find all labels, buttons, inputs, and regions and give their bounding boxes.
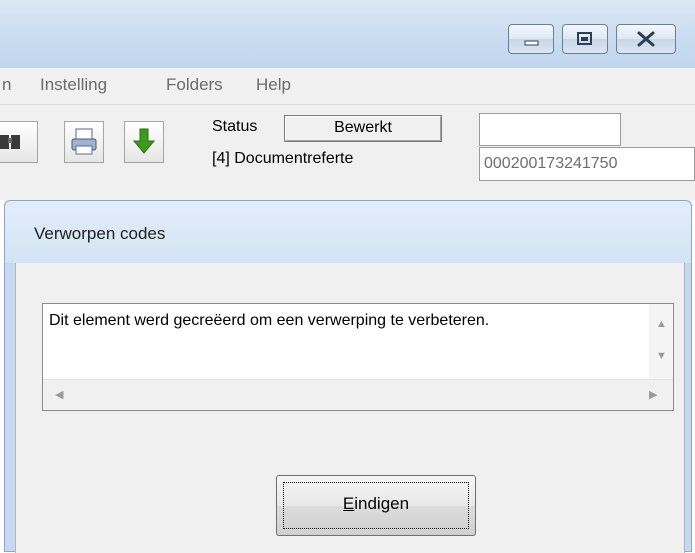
- binoculars-icon: [0, 135, 20, 149]
- minimize-button[interactable]: [508, 24, 554, 54]
- close-window-button[interactable]: [616, 24, 676, 54]
- scroll-down-icon[interactable]: ▼: [656, 350, 667, 362]
- eindigen-button[interactable]: Eindigen: [276, 475, 476, 536]
- mnemonic-letter: E: [342, 494, 355, 513]
- status-value-button[interactable]: Bewerkt: [284, 115, 442, 142]
- maximize-icon: [577, 32, 592, 45]
- document-reference-field[interactable]: 000200173241750: [479, 147, 695, 181]
- download-button[interactable]: [124, 121, 164, 163]
- close-icon: [637, 31, 655, 47]
- document-reference-label: [4] Documentreferte: [212, 150, 354, 167]
- vertical-scrollbar[interactable]: ▲ ▼: [649, 304, 673, 379]
- menu-item-instelling[interactable]: Instelling: [40, 75, 107, 95]
- button-label-rest: indigen: [354, 494, 410, 513]
- scroll-left-icon[interactable]: ◀: [55, 389, 63, 401]
- status-label: Status: [212, 118, 258, 135]
- print-button[interactable]: [64, 121, 104, 163]
- dialog-title: Verworpen codes: [34, 224, 166, 243]
- dialog-titlebar: Verworpen codes: [5, 201, 691, 263]
- horizontal-scrollbar[interactable]: ◀ ▶: [43, 379, 673, 410]
- message-textbox[interactable]: Dit element werd gecreëerd om een verwer…: [42, 303, 674, 411]
- eindigen-button-label: Eindigen: [277, 494, 475, 514]
- green-down-arrow-icon: [132, 128, 156, 154]
- printer-icon: [71, 128, 97, 155]
- menu-item-partial[interactable]: n: [2, 75, 11, 95]
- scroll-right-icon[interactable]: ▶: [649, 389, 657, 401]
- scroll-up-icon[interactable]: ▲: [656, 318, 667, 330]
- verworpen-codes-dialog: Verworpen codes Dit element werd gecreëe…: [4, 200, 692, 553]
- search-button[interactable]: [0, 121, 38, 163]
- message-text: Dit element werd gecreëerd om een verwer…: [49, 312, 490, 329]
- window-titlebar: [0, 0, 695, 68]
- maximize-button[interactable]: [562, 24, 608, 54]
- menu-item-folders[interactable]: Folders: [166, 75, 223, 95]
- top-input-field[interactable]: [479, 113, 621, 146]
- menu-item-help[interactable]: Help: [256, 75, 291, 95]
- minimize-icon: [524, 40, 539, 46]
- dialog-body: Dit element werd gecreëerd om een verwer…: [15, 263, 685, 553]
- menu-bar: n Instelling Folders Help: [0, 68, 695, 105]
